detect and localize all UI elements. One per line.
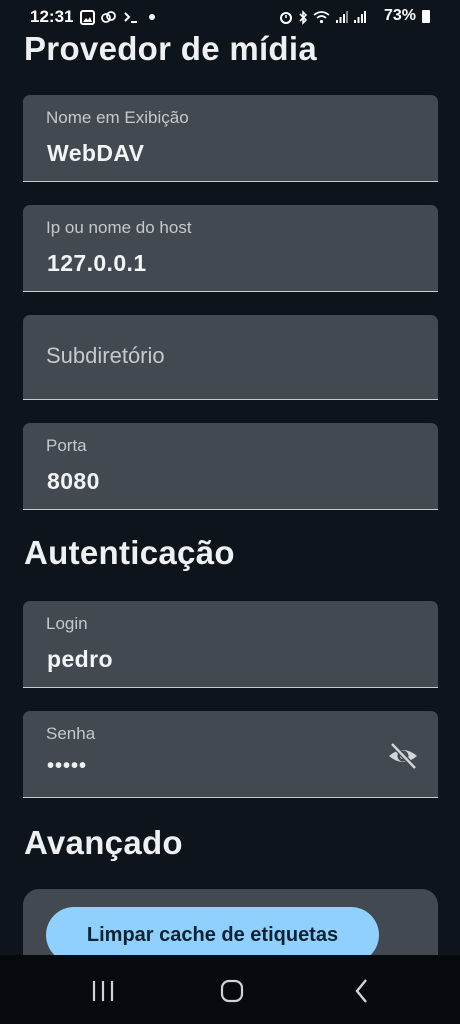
cloud-icon <box>101 11 116 23</box>
status-bar: 12:31 73% <box>0 0 460 34</box>
battery-percentage: 73% <box>383 7 416 24</box>
password-value[interactable]: ••••• <box>47 755 87 778</box>
advanced-title: Avançado <box>24 824 183 861</box>
signal-icon <box>336 11 348 23</box>
home-button[interactable] <box>212 975 252 1007</box>
subdirectory-placeholder: Subdiretório <box>46 343 165 368</box>
dot-icon <box>149 14 155 20</box>
recent-apps-button[interactable] <box>83 975 123 1007</box>
recent-apps-icon <box>92 981 114 1001</box>
image-icon <box>80 9 95 25</box>
port-label: Porta <box>46 436 87 455</box>
password-field[interactable]: Senha ••••• <box>23 711 438 798</box>
navigation-bar <box>0 955 460 1024</box>
wifi-icon <box>313 11 330 24</box>
battery-icon <box>422 10 430 23</box>
display-name-value[interactable]: WebDAV <box>47 140 144 167</box>
back-icon <box>355 979 367 1003</box>
host-label: Ip ou nome do host <box>46 218 192 237</box>
subdirectory-field[interactable]: Subdiretório <box>23 315 438 400</box>
host-field[interactable]: Ip ou nome do host 127.0.0.1 <box>23 205 438 292</box>
alarm-icon <box>280 12 292 24</box>
login-field[interactable]: Login pedro <box>23 601 438 688</box>
display-name-label: Nome em Exibição <box>46 108 189 127</box>
login-label: Login <box>46 614 88 633</box>
bluetooth-icon <box>299 9 308 25</box>
media-provider-title: Provedor de mídia <box>24 30 318 67</box>
login-value[interactable]: pedro <box>47 646 113 673</box>
signal-icon <box>354 11 366 23</box>
port-field[interactable]: Porta 8080 <box>23 423 438 510</box>
port-value[interactable]: 8080 <box>47 468 100 495</box>
password-label: Senha <box>46 724 96 743</box>
display-name-field[interactable]: Nome em Exibição WebDAV <box>23 95 438 182</box>
host-value[interactable]: 127.0.0.1 <box>47 250 147 277</box>
status-time: 12:31 <box>30 7 74 26</box>
toggle-password-visibility-button[interactable] <box>386 739 420 773</box>
back-button[interactable] <box>342 975 382 1007</box>
auth-title: Autenticação <box>24 534 235 571</box>
home-icon <box>220 979 244 1003</box>
terminal-icon <box>124 12 137 23</box>
eye-off-icon <box>389 742 417 770</box>
